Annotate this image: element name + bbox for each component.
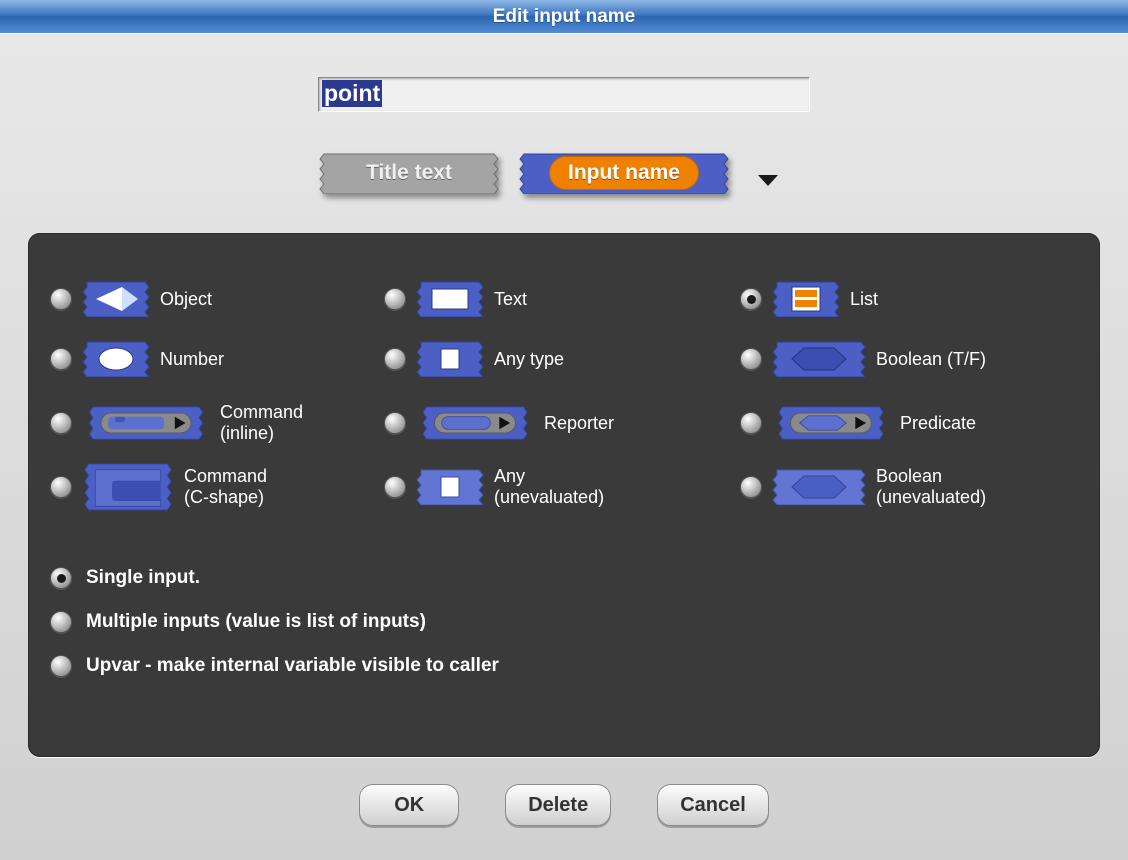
radio-icon [50,476,72,498]
list-slot-icon [772,281,840,317]
dialog-title: Edit input name [493,6,636,28]
type-options-panel: Object Text List [28,233,1100,757]
label: List [850,289,878,310]
ok-button[interactable]: OK [359,784,459,826]
label: Reporter [544,413,614,434]
arity-multiple[interactable]: Multiple inputs (value is list of inputs… [50,611,1078,633]
type-object[interactable]: Object [50,281,384,317]
cancel-button[interactable]: Cancel [657,784,769,826]
label: Any (unevaluated) [494,466,604,507]
radio-icon [384,412,406,434]
radio-icon [384,348,406,370]
type-any-unevaluated[interactable]: Any (unevaluated) [384,466,740,507]
arity-upvar[interactable]: Upvar - make internal variable visible t… [50,655,1078,677]
radio-icon [50,567,72,589]
radio-icon [384,476,406,498]
tab-input-name[interactable]: Input name [518,152,730,194]
radio-icon [50,288,72,310]
label: Any type [494,349,564,370]
text-slot-icon [416,281,484,317]
label: Multiple inputs (value is list of inputs… [86,611,426,633]
type-list[interactable]: List [740,281,1078,317]
type-anytype[interactable]: Any type [384,341,740,377]
radio-icon [740,288,762,310]
label: Command (C-shape) [184,466,267,507]
label: Boolean (T/F) [876,349,986,370]
label: Object [160,289,212,310]
radio-icon [50,412,72,434]
tab-input-name-label: Input name [549,156,699,190]
type-number[interactable]: Number [50,341,384,377]
arity-group: Single input. Multiple inputs (value is … [50,567,1078,677]
radio-icon [740,348,762,370]
type-predicate[interactable]: Predicate [740,405,1078,441]
label: Upvar - make internal variable visible t… [86,655,499,677]
button-row: OK Delete Cancel [0,784,1128,826]
label: Command (inline) [220,402,303,443]
command-cshape-slot-icon [82,462,174,512]
number-slot-icon [82,341,150,377]
collapse-arrow-icon[interactable] [757,174,779,193]
radio-icon [50,611,72,633]
type-text[interactable]: Text [384,281,740,317]
type-grid: Object Text List [50,269,1078,517]
radio-icon [50,655,72,677]
type-boolean[interactable]: Boolean (T/F) [740,341,1078,377]
type-command-inline[interactable]: Command (inline) [50,402,384,443]
label: Boolean (unevaluated) [876,466,986,507]
input-name-field[interactable] [318,77,810,112]
arity-single[interactable]: Single input. [50,567,1078,589]
type-command-cshape[interactable]: Command (C-shape) [50,462,384,512]
label: Single input. [86,567,200,589]
boolean-slot-icon [772,341,866,377]
delete-button[interactable]: Delete [505,784,611,826]
radio-icon [740,412,762,434]
label: Number [160,349,224,370]
any-slot-icon [416,341,484,377]
tab-title-text[interactable]: Title text [318,152,500,194]
dialog-body: point Title text Input name Object [0,33,1128,860]
object-slot-icon [82,281,150,317]
radio-icon [384,288,406,310]
predicate-slot-icon [772,405,890,441]
bool-uneval-slot-icon [772,469,866,505]
type-reporter[interactable]: Reporter [384,405,740,441]
type-boolean-unevaluated[interactable]: Boolean (unevaluated) [740,466,1078,507]
tab-title-text-label: Title text [366,161,452,185]
label: Text [494,289,527,310]
label: Predicate [900,413,976,434]
radio-icon [50,348,72,370]
command-inline-slot-icon [82,405,210,441]
any-uneval-slot-icon [416,469,484,505]
reporter-slot-icon [416,405,534,441]
titlebar: Edit input name [0,0,1128,33]
radio-icon [740,476,762,498]
